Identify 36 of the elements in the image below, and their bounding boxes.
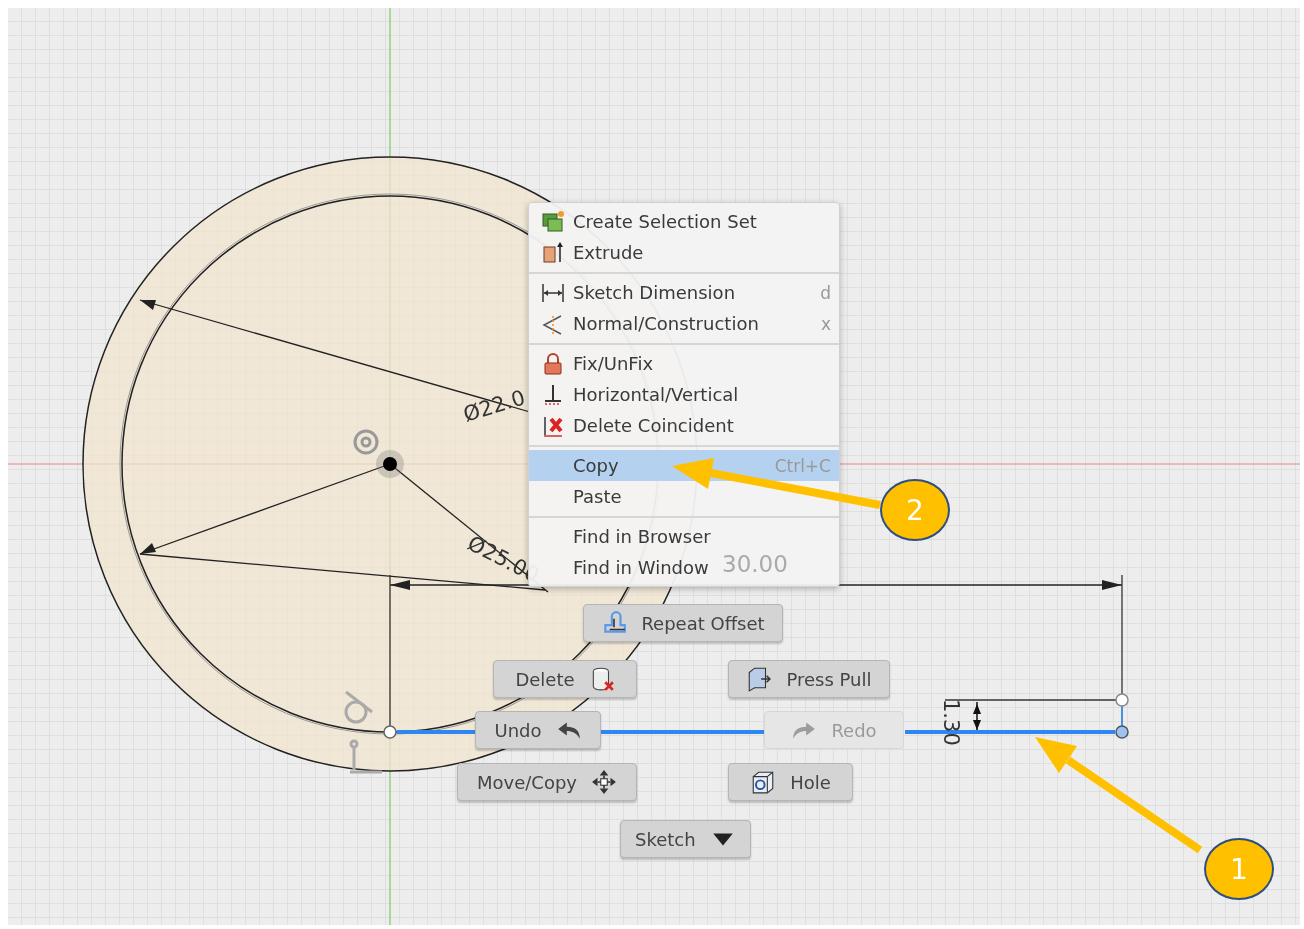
command-button[interactable]: Delete bbox=[493, 660, 637, 698]
menu-item[interactable]: Sketch Dimension d bbox=[529, 277, 839, 308]
endpoint-handle[interactable] bbox=[1115, 725, 1129, 739]
menu-item[interactable]: Delete Coincident bbox=[529, 410, 742, 441]
menu-item[interactable]: Paste bbox=[529, 481, 630, 512]
shortcut-label: Ctrl+C bbox=[774, 455, 831, 476]
center-dot bbox=[383, 457, 397, 471]
shortcut-label: x bbox=[820, 313, 831, 334]
coincident-constraint-icon bbox=[349, 739, 382, 774]
menu-item[interactable]: Find in Browser bbox=[529, 521, 719, 552]
menu-item[interactable]: Copy Ctrl+C bbox=[529, 450, 839, 481]
dimension-label[interactable]: 1.30 bbox=[939, 699, 963, 746]
lock-icon bbox=[541, 351, 565, 376]
menu-item[interactable]: Normal/Construction x bbox=[529, 308, 839, 339]
concentric-constraint-icon bbox=[353, 429, 379, 455]
move-icon bbox=[591, 769, 617, 795]
offset-dimension-arrow bbox=[973, 701, 981, 732]
command-button[interactable]: Undo bbox=[475, 711, 601, 749]
selection-set-icon bbox=[541, 209, 565, 234]
dropdown-button[interactable]: Sketch bbox=[620, 820, 751, 858]
tangent-constraint-icon bbox=[344, 690, 373, 724]
extrude-icon bbox=[541, 240, 565, 265]
menu-item[interactable]: Create Selection Set bbox=[529, 206, 765, 237]
endpoint-handle[interactable] bbox=[383, 725, 397, 739]
menu-item[interactable]: Horizontal/Vertical bbox=[529, 379, 747, 410]
command-button[interactable]: Press Pull bbox=[728, 660, 890, 698]
menu-item[interactable]: Extrude bbox=[529, 237, 652, 268]
menu-item[interactable]: Fix/UnFix bbox=[529, 348, 662, 379]
command-button[interactable]: Repeat Offset bbox=[583, 604, 783, 642]
shortcut-label: d bbox=[820, 282, 831, 303]
command-button[interactable]: Hole bbox=[728, 763, 853, 801]
dimension-label[interactable]: Ø22.0 bbox=[460, 385, 528, 427]
endpoint-handle[interactable] bbox=[1115, 693, 1129, 707]
press-pull-icon bbox=[746, 666, 773, 692]
command-button[interactable]: Move/Copy bbox=[457, 763, 637, 801]
offset-icon bbox=[601, 610, 628, 636]
